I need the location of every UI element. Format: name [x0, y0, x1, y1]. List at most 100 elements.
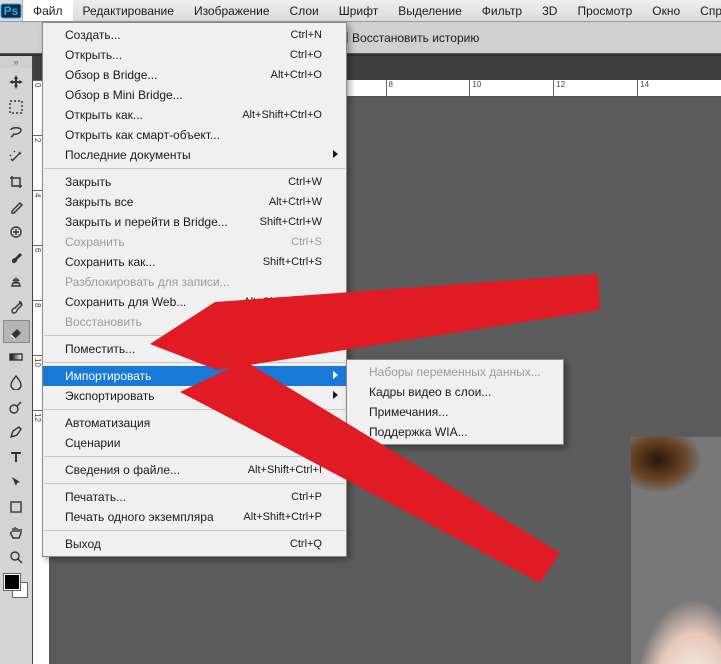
toolbox: »	[0, 56, 33, 664]
image-content	[631, 437, 721, 664]
menu-item[interactable]: Создать...Ctrl+N	[43, 25, 346, 45]
menu-item-shortcut: F12	[303, 316, 322, 328]
menu-item[interactable]: Открыть как смарт-объект...	[43, 125, 346, 145]
tool-gradient[interactable]	[3, 345, 30, 368]
ruler-tick: 10	[33, 355, 42, 410]
menu-item[interactable]: Печатать...Ctrl+P	[43, 487, 346, 507]
menu-item[interactable]: Автоматизация	[43, 413, 346, 433]
tool-zoom[interactable]	[3, 545, 30, 568]
menu-item-label: Закрыть все	[65, 195, 269, 209]
menu-image[interactable]: Изображение	[184, 0, 280, 21]
blur-icon	[8, 374, 24, 390]
hand-icon	[8, 524, 24, 540]
tool-path-select[interactable]	[3, 470, 30, 493]
tool-hand[interactable]	[3, 520, 30, 543]
tool-clone-stamp[interactable]	[3, 270, 30, 293]
tool-lasso[interactable]	[3, 120, 30, 143]
pen-icon	[8, 424, 24, 440]
tool-marquee[interactable]	[3, 95, 30, 118]
submenu-item[interactable]: Поддержка WIA...	[347, 422, 563, 442]
menu-view[interactable]: Просмотр	[567, 0, 642, 21]
menu-item[interactable]: Последние документы	[43, 145, 346, 165]
menu-item-label: Последние документы	[65, 148, 322, 162]
menu-item[interactable]: Закрыть и перейти в Bridge...Shift+Ctrl+…	[43, 212, 346, 232]
menu-select[interactable]: Выделение	[388, 0, 472, 21]
tool-dodge[interactable]	[3, 395, 30, 418]
submenu-arrow-icon	[333, 418, 338, 426]
menu-item-shortcut: Ctrl+P	[291, 491, 322, 503]
menu-type[interactable]: Шрифт	[329, 0, 388, 21]
menu-item-shortcut: Ctrl+N	[291, 29, 322, 41]
menu-item[interactable]: Сведения о файле...Alt+Shift+Ctrl+I	[43, 460, 346, 480]
menu-item-label: Сведения о файле...	[65, 463, 248, 477]
submenu-item-label: Кадры видео в слои...	[369, 385, 491, 399]
foreground-color[interactable]	[4, 574, 20, 590]
tool-pen[interactable]	[3, 420, 30, 443]
menu-item: ВосстановитьF12	[43, 312, 346, 332]
ruler-tick: 0	[33, 80, 42, 135]
tool-history-brush[interactable]	[3, 295, 30, 318]
tool-crop[interactable]	[3, 170, 30, 193]
submenu-item: Наборы переменных данных...	[347, 362, 563, 382]
menu-item[interactable]: Обзор в Mini Bridge...	[43, 85, 346, 105]
menu-item: СохранитьCtrl+S	[43, 232, 346, 252]
menu-help[interactable]: Справ	[690, 0, 721, 21]
restore-history-option[interactable]: Восстановить историю	[335, 31, 479, 45]
tool-eraser[interactable]	[3, 320, 30, 343]
menu-item[interactable]: Поместить...	[43, 339, 346, 359]
menu-item[interactable]: Печать одного экземпляраAlt+Shift+Ctrl+P	[43, 507, 346, 527]
menu-item-label: Восстановить	[65, 315, 303, 329]
tool-brush[interactable]	[3, 245, 30, 268]
menu-item[interactable]: ВыходCtrl+Q	[43, 534, 346, 554]
tool-rectangle[interactable]	[3, 495, 30, 518]
ruler-tick: 10	[469, 80, 553, 96]
ruler-tick: 12	[553, 80, 637, 96]
menu-item-shortcut: Alt+Ctrl+W	[269, 196, 322, 208]
menu-item-label: Обзор в Mini Bridge...	[65, 88, 322, 102]
menu-edit[interactable]: Редактирование	[73, 0, 184, 21]
tool-type[interactable]	[3, 445, 30, 468]
menu-item[interactable]: ЗакрытьCtrl+W	[43, 172, 346, 192]
menu-item[interactable]: Импортировать	[43, 366, 346, 386]
toolbox-expand[interactable]: »	[0, 56, 32, 68]
path-select-icon	[8, 474, 24, 490]
menu-item-label: Создать...	[65, 28, 291, 42]
marquee-icon	[8, 99, 24, 115]
menu-item[interactable]: Закрыть всеAlt+Ctrl+W	[43, 192, 346, 212]
tool-move[interactable]	[3, 70, 30, 93]
color-swatch[interactable]	[4, 574, 28, 598]
menu-item[interactable]: Экспортировать	[43, 386, 346, 406]
restore-history-label: Восстановить историю	[352, 31, 479, 45]
menu-item-label: Обзор в Bridge...	[65, 68, 271, 82]
menu-item-label: Открыть как...	[65, 108, 242, 122]
menu-filter[interactable]: Фильтр	[472, 0, 532, 21]
ruler-tick: 8	[386, 80, 470, 96]
submenu-item-label: Поддержка WIA...	[369, 425, 468, 439]
menubar: Ps Файл Редактирование Изображение Слои …	[0, 0, 721, 22]
menu-item-shortcut: Alt+Ctrl+O	[271, 69, 322, 81]
menu-layers[interactable]: Слои	[280, 0, 329, 21]
tool-magic-wand[interactable]	[3, 145, 30, 168]
tool-healing-brush[interactable]	[3, 220, 30, 243]
move-icon	[8, 74, 24, 90]
ps-icon: Ps	[0, 3, 22, 19]
menu-item[interactable]: Обзор в Bridge...Alt+Ctrl+O	[43, 65, 346, 85]
menu-item[interactable]: Сохранить для Web...Alt+Shift+Ctrl+S	[43, 292, 346, 312]
tool-blur[interactable]	[3, 370, 30, 393]
menu-item-label: Разблокировать для записи...	[65, 275, 322, 289]
submenu-item[interactable]: Примечания...	[347, 402, 563, 422]
menu-item-label: Сценарии	[65, 436, 322, 450]
menu-3d[interactable]: 3D	[532, 0, 567, 21]
eraser-icon	[8, 324, 24, 340]
clone-stamp-icon	[8, 274, 24, 290]
menu-item-shortcut: Ctrl+O	[290, 49, 322, 61]
menu-item[interactable]: Открыть как...Alt+Shift+Ctrl+O	[43, 105, 346, 125]
menu-item[interactable]: Сохранить как...Shift+Ctrl+S	[43, 252, 346, 272]
menu-file[interactable]: Файл	[23, 0, 73, 21]
menu-window[interactable]: Окно	[642, 0, 690, 21]
submenu-item-label: Наборы переменных данных...	[369, 365, 541, 379]
submenu-item[interactable]: Кадры видео в слои...	[347, 382, 563, 402]
tool-eyedropper[interactable]	[3, 195, 30, 218]
menu-item[interactable]: Открыть...Ctrl+O	[43, 45, 346, 65]
menu-item[interactable]: Сценарии	[43, 433, 346, 453]
